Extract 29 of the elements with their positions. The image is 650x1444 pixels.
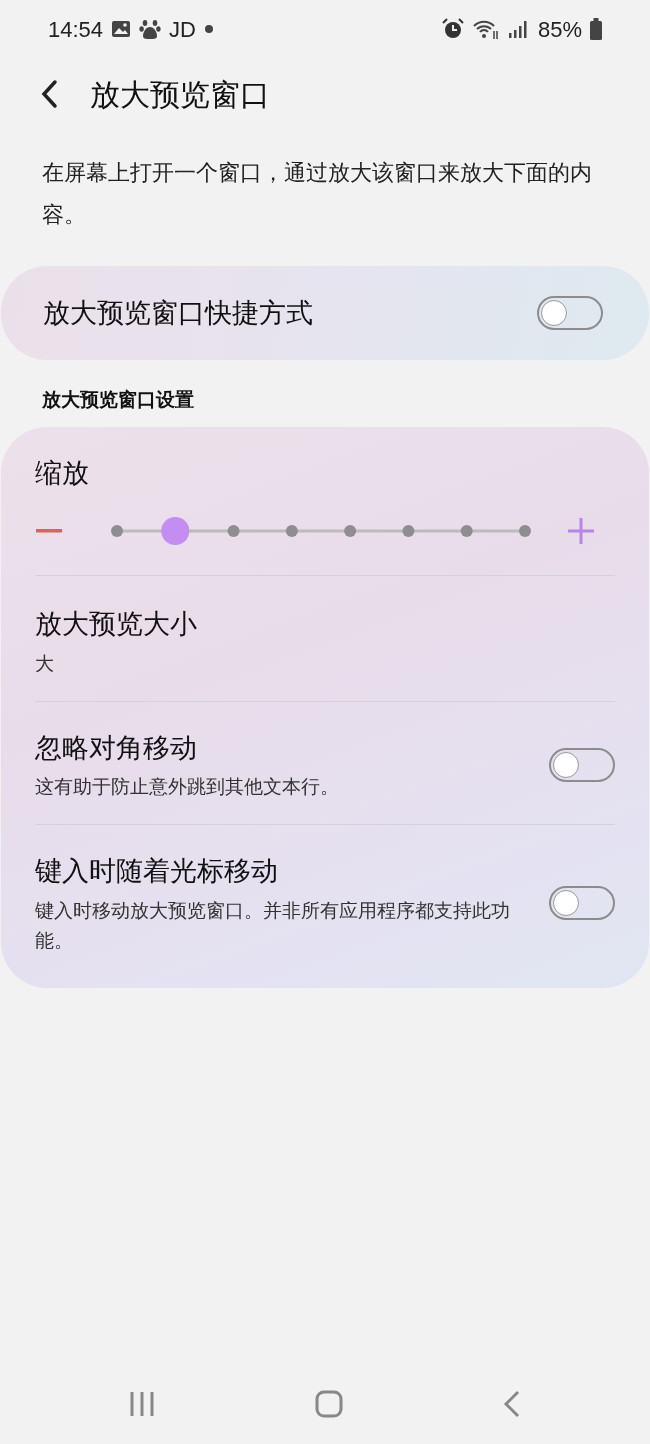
toggle-switch[interactable] bbox=[537, 296, 603, 330]
setting-description: 这有助于防止意外跳到其他文本行。 bbox=[35, 775, 340, 799]
battery-icon bbox=[590, 18, 602, 40]
status-time: 14:54 bbox=[48, 15, 104, 44]
dot-icon bbox=[203, 24, 214, 34]
setting-description: 键入时移动放大预览窗口。并非所有应用程序都支持此功能。 bbox=[35, 898, 511, 953]
page-title: 放大预览窗口 bbox=[90, 76, 270, 113]
alarm-icon bbox=[441, 18, 464, 40]
setting-label: 键入时随着光标移动 bbox=[35, 855, 279, 888]
shortcut-card[interactable]: 放大预览窗口快捷方式 bbox=[1, 266, 649, 360]
description-text: 在屏幕上打开一个窗口，通过放大该窗口来放大下面的内容。 bbox=[41, 159, 593, 229]
section-title: 放大预览窗口设置 bbox=[41, 388, 195, 412]
wifi-icon bbox=[471, 18, 500, 40]
setting-value: 大 bbox=[35, 651, 55, 676]
setting-label: 忽略对角移动 bbox=[35, 731, 198, 765]
plus-icon[interactable] bbox=[567, 517, 595, 545]
battery-percent: 85% bbox=[537, 15, 582, 44]
slider-track[interactable] bbox=[111, 525, 531, 537]
paw-icon bbox=[139, 18, 162, 40]
setting-label: 放大预览大小 bbox=[35, 608, 198, 641]
toggle-switch[interactable] bbox=[549, 886, 615, 921]
home-icon[interactable] bbox=[315, 1390, 343, 1418]
notification-text: JD bbox=[169, 15, 196, 44]
setting-label: 放大预览窗口快捷方式 bbox=[43, 296, 313, 330]
toggle-switch[interactable] bbox=[549, 747, 615, 782]
signal-icon bbox=[507, 19, 530, 39]
slider-thumb[interactable] bbox=[161, 517, 190, 545]
setting-label: 缩放 bbox=[35, 456, 90, 490]
image-icon bbox=[111, 19, 132, 39]
